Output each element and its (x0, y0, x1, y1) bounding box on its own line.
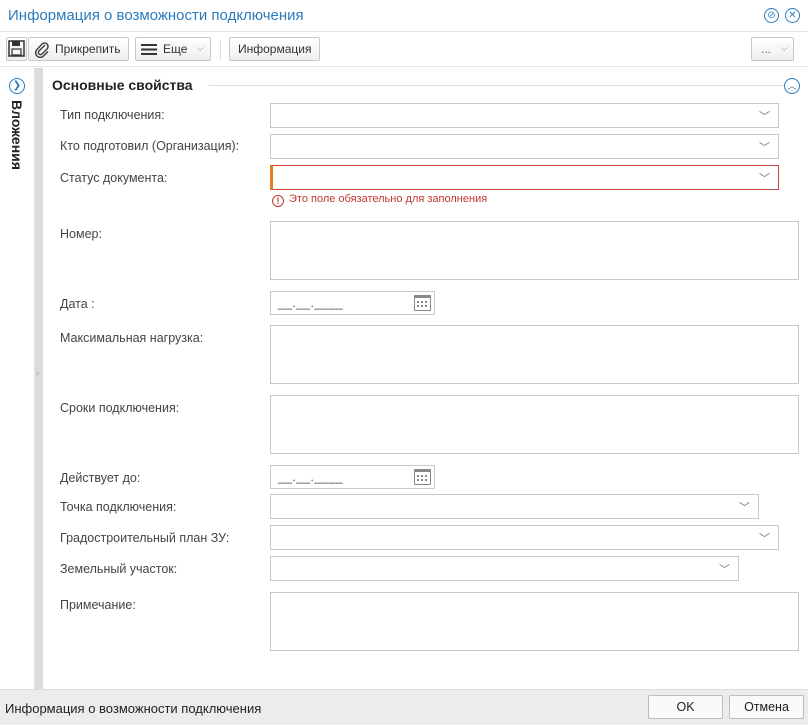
connection-point-label: Точка подключения: (60, 500, 177, 514)
connection-type-label: Тип подключения: (60, 108, 165, 122)
land-plot-select[interactable]: ﹀ (270, 556, 739, 581)
link-icon[interactable]: ⊘ (764, 8, 779, 23)
connection-terms-input[interactable] (270, 395, 799, 454)
section-title: Основные свойства (52, 77, 193, 93)
panel-splitter[interactable]: › (35, 68, 43, 689)
number-input[interactable] (270, 221, 799, 280)
urban-plan-select[interactable]: ﹀ (270, 525, 779, 550)
doc-status-error: ! Это поле обязательно для заполнения (272, 193, 487, 207)
ok-button[interactable]: OK (648, 695, 723, 719)
calendar-icon[interactable] (414, 295, 431, 311)
chevron-down-icon: ﹀ (719, 564, 730, 576)
collapse-section-icon[interactable]: ︿ (784, 78, 800, 94)
section-divider (209, 85, 785, 86)
land-plot-label: Земельный участок: (60, 562, 178, 576)
valid-until-mask: __.__.____ (278, 470, 344, 484)
chevron-down-icon: ⌵ (196, 43, 204, 54)
doc-status-select[interactable]: ﹀ (270, 165, 779, 190)
attachments-panel: ❯ Вложения (0, 68, 35, 689)
attach-button[interactable]: Прикрепить (28, 37, 129, 61)
info-button[interactable]: Информация (229, 37, 320, 61)
number-label: Номер: (60, 227, 102, 241)
note-input[interactable] (270, 592, 799, 651)
chevron-down-icon: ﹀ (759, 111, 770, 123)
more-label: Еще (163, 42, 188, 56)
toolbar-divider (220, 40, 221, 60)
valid-until-label: Действует до: (60, 471, 141, 485)
attachments-panel-label[interactable]: Вложения (9, 100, 25, 170)
date-input[interactable]: __.__.____ (270, 291, 435, 315)
doc-status-label: Статус документа: (60, 171, 168, 185)
form-content: Основные свойства ︿ Тип подключения: ﹀ К… (43, 68, 808, 689)
doc-status-error-text: Это поле обязательно для заполнения (289, 193, 488, 205)
date-label: Дата : (60, 297, 95, 311)
valid-until-input[interactable]: __.__.____ (270, 465, 435, 489)
note-label: Примечание: (60, 598, 136, 612)
max-load-input[interactable] (270, 325, 799, 384)
connection-terms-label: Сроки подключения: (60, 401, 180, 415)
info-label: Информация (238, 42, 312, 56)
footer-title: Информация о возможности подключения (5, 701, 262, 716)
chevron-down-icon: ﹀ (759, 173, 770, 185)
attach-label: Прикрепить (55, 42, 121, 56)
window-title: Информация о возможности подключения (8, 7, 304, 24)
expand-panel-icon[interactable]: ❯ (9, 78, 25, 94)
prepared-by-label: Кто подготовил (Организация): (60, 139, 240, 153)
date-mask: __.__.____ (278, 296, 344, 310)
save-button[interactable] (6, 37, 27, 61)
max-load-label: Максимальная нагрузка: (60, 331, 204, 345)
hamburger-icon (141, 44, 157, 55)
chevron-down-icon: ﹀ (759, 533, 770, 545)
save-icon (8, 40, 25, 57)
urban-plan-label: Градостроительный план ЗУ: (60, 531, 230, 545)
cancel-button[interactable]: Отмена (729, 695, 804, 719)
window-titlebar: Информация о возможности подключения ⊘ ✕ (0, 0, 808, 32)
overflow-menu-button[interactable]: ... ⌵ (751, 37, 794, 61)
calendar-icon[interactable] (414, 469, 431, 485)
splitter-grip-icon: › (36, 368, 40, 379)
connection-point-select[interactable]: ﹀ (270, 494, 759, 519)
prepared-by-select[interactable]: ﹀ (270, 134, 779, 159)
close-icon[interactable]: ✕ (785, 8, 800, 23)
paperclip-icon (34, 42, 49, 58)
chevron-down-icon: ⌵ (780, 43, 788, 54)
error-icon: ! (272, 195, 284, 207)
more-menu-button[interactable]: Еще ⌵ (135, 37, 211, 61)
connection-type-select[interactable]: ﹀ (270, 103, 779, 128)
chevron-down-icon: ﹀ (759, 142, 770, 154)
overflow-label: ... (761, 42, 772, 56)
footer-bar: Информация о возможности подключения OK … (0, 689, 808, 725)
chevron-down-icon: ﹀ (739, 502, 750, 514)
